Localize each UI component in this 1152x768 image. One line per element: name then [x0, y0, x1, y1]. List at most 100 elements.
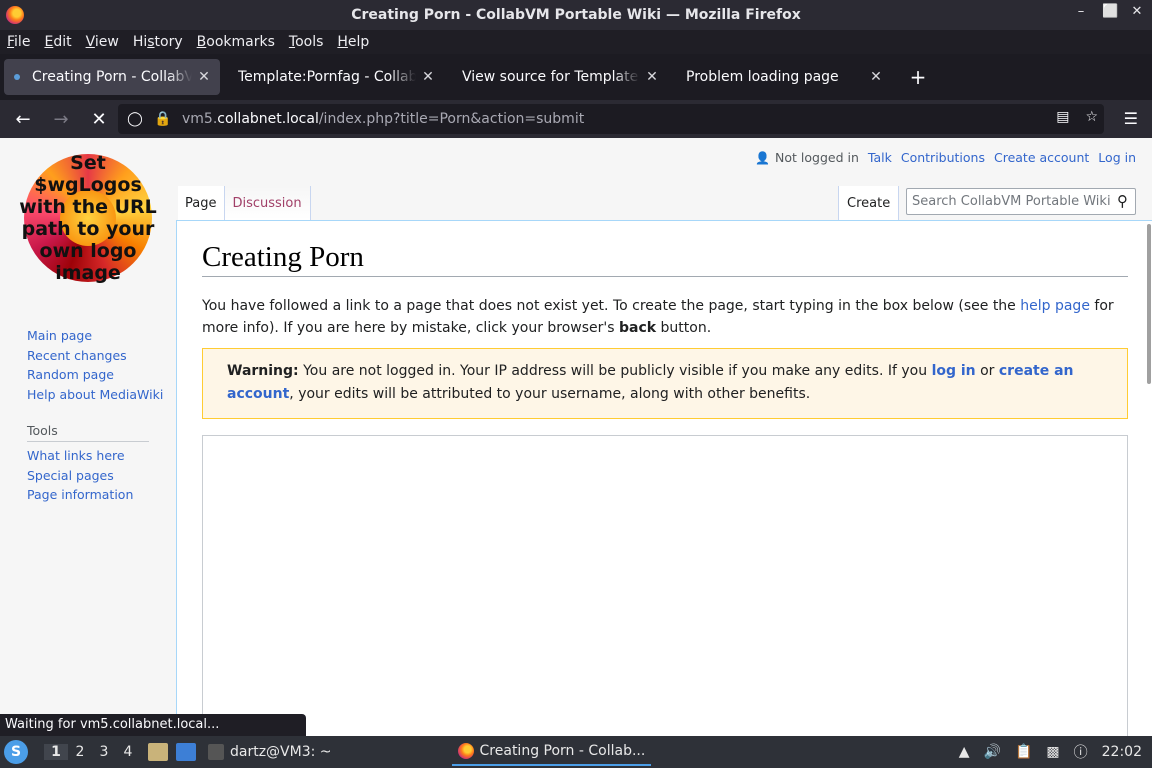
terminal-icon	[208, 744, 224, 760]
web-page: Set $wgLogos with the URL path to your o…	[0, 138, 1152, 736]
talk-link[interactable]: Talk	[868, 150, 892, 165]
workspace-3[interactable]: 3	[92, 744, 116, 760]
search-input[interactable]: Search CollabVM Portable Wiki ⚲	[906, 188, 1136, 215]
tab-label: View source for Template:Porn	[462, 69, 640, 85]
firefox-task-icon	[457, 743, 474, 759]
new-tab-button[interactable]: +	[904, 65, 932, 89]
warning-label: Warning:	[227, 363, 299, 379]
tab-close-icon[interactable]: ✕	[420, 69, 436, 85]
warning-box: Warning: You are not logged in. Your IP …	[202, 348, 1128, 419]
namespace-tabs: Page Discussion	[178, 186, 311, 220]
firefox-logo-icon	[6, 6, 24, 24]
menu-history[interactable]: History	[133, 34, 183, 50]
sidebar: Main page Recent changes Random page Hel…	[27, 326, 167, 505]
content-area: Creating Porn You have followed a link t…	[176, 220, 1152, 736]
tracking-shield-icon[interactable]: ◯	[124, 111, 146, 127]
tab-creating-porn[interactable]: Creating Porn - CollabVM Portable Wiki ✕	[4, 59, 220, 95]
sidebar-random-page[interactable]: Random page	[27, 365, 167, 385]
edit-textarea[interactable]	[202, 435, 1128, 736]
clock[interactable]: 22:02	[1102, 744, 1142, 760]
task-terminal[interactable]: dartz@VM3: ~	[202, 738, 338, 766]
logo-text: Set $wgLogos with the URL path to your o…	[19, 152, 157, 284]
tab-discussion[interactable]: Discussion	[225, 186, 311, 220]
tab-create[interactable]: Create	[838, 186, 900, 220]
tab-view-source[interactable]: View source for Template:Porn ✕	[452, 59, 668, 95]
contributions-link[interactable]: Contributions	[901, 150, 985, 165]
window-titlebar: Creating Porn - CollabVM Portable Wiki —…	[0, 0, 1152, 30]
task-firefox[interactable]: Creating Porn - Collab...	[451, 738, 652, 766]
notification-icon[interactable]: ⓘ	[1074, 742, 1088, 762]
search-placeholder: Search CollabVM Portable Wiki	[912, 194, 1111, 209]
back-button[interactable]: ←	[8, 104, 38, 134]
sidebar-help[interactable]: Help about MediaWiki	[27, 385, 167, 405]
tab-close-icon[interactable]: ✕	[644, 69, 660, 85]
user-icon: 👤	[755, 150, 771, 165]
desktop-icon[interactable]	[176, 743, 196, 761]
loading-dot-icon	[14, 74, 20, 80]
navigation-bar: ← → ✕ ◯ 🔒 vm5.collabnet.local/index.php?…	[0, 100, 1152, 138]
tab-template-pornfag[interactable]: Template:Pornfag - CollabVM Portable Wik…	[228, 59, 444, 95]
tab-close-icon[interactable]: ✕	[196, 69, 212, 85]
tab-problem-loading[interactable]: Problem loading page ✕	[676, 59, 892, 95]
scrollbar-thumb[interactable]	[1147, 224, 1151, 384]
system-tray: ▲ 🔊 📋 ▩ ⓘ 22:02	[959, 742, 1142, 762]
view-tabs: Create	[838, 186, 900, 220]
tab-page[interactable]: Page	[178, 186, 226, 220]
volume-icon[interactable]: 🔊	[984, 744, 1001, 760]
status-text: Waiting for vm5.collabnet.local...	[0, 714, 306, 736]
tab-label: Creating Porn - CollabVM Portable Wiki	[32, 69, 192, 85]
maximize-button[interactable]: ⬜	[1102, 4, 1118, 19]
sidebar-special-pages[interactable]: Special pages	[27, 466, 167, 486]
window-title: Creating Porn - CollabVM Portable Wiki —…	[351, 7, 801, 23]
forward-button[interactable]: →	[46, 104, 76, 134]
page-scrollbar[interactable]	[1146, 220, 1152, 736]
sidebar-recent-changes[interactable]: Recent changes	[27, 346, 167, 366]
window-controls: – ⬜ ✕	[1074, 4, 1144, 19]
not-logged-in-text: Not logged in	[775, 150, 859, 165]
sidebar-what-links-here[interactable]: What links here	[27, 446, 167, 466]
menu-tools[interactable]: Tools	[289, 34, 324, 50]
lock-icon[interactable]: 🔒	[152, 111, 174, 127]
workspace-4[interactable]: 4	[116, 744, 140, 760]
reader-view-icon[interactable]: ▤	[1056, 109, 1069, 125]
clipboard-icon[interactable]: 📋	[1015, 744, 1032, 760]
page-title: Creating Porn	[202, 241, 1128, 277]
task-label: dartz@VM3: ~	[230, 744, 332, 760]
help-page-link[interactable]: help page	[1020, 298, 1090, 314]
menu-file[interactable]: File	[7, 34, 30, 50]
sidebar-tools-heading: Tools	[27, 423, 149, 442]
sidebar-main-page[interactable]: Main page	[27, 326, 167, 346]
url-text[interactable]: vm5.collabnet.local/index.php?title=Porn…	[182, 111, 584, 127]
menu-bookmarks[interactable]: Bookmarks	[197, 34, 275, 50]
app-menu-icon[interactable]: ☰	[1124, 109, 1138, 128]
stop-loading-button[interactable]: ✕	[84, 104, 114, 134]
upload-icon[interactable]: ▲	[959, 744, 970, 760]
taskbar: S 1 2 3 4 dartz@VM3: ~ Creating Porn - C…	[0, 736, 1152, 768]
personal-tools: 👤 Not logged in Talk Contributions Creat…	[755, 150, 1136, 165]
log-in-inline-link[interactable]: log in	[932, 363, 976, 379]
close-window-button[interactable]: ✕	[1130, 4, 1144, 19]
tab-close-icon[interactable]: ✕	[868, 69, 884, 85]
file-manager-icon[interactable]	[148, 743, 168, 761]
search-icon[interactable]: ⚲	[1117, 192, 1128, 210]
workspace-1[interactable]: 1	[44, 744, 68, 760]
tab-label: Problem loading page	[686, 69, 839, 85]
log-in-link[interactable]: Log in	[1098, 150, 1136, 165]
menu-bar: File Edit View History Bookmarks Tools H…	[0, 30, 1152, 54]
url-bar[interactable]: ◯ 🔒 vm5.collabnet.local/index.php?title=…	[118, 104, 1104, 134]
create-account-link[interactable]: Create account	[994, 150, 1089, 165]
wiki-logo[interactable]: Set $wgLogos with the URL path to your o…	[18, 148, 158, 288]
network-icon[interactable]: ▩	[1046, 744, 1059, 760]
intro-text: You have followed a link to a page that …	[202, 298, 1114, 336]
task-label: Creating Porn - Collab...	[479, 743, 646, 759]
bookmark-star-icon[interactable]: ☆	[1085, 109, 1098, 125]
sidebar-page-information[interactable]: Page information	[27, 485, 167, 505]
tab-label: Template:Pornfag - CollabVM Portable Wik…	[238, 69, 416, 85]
tab-bar: Creating Porn - CollabVM Portable Wiki ✕…	[0, 54, 1152, 100]
menu-help[interactable]: Help	[337, 34, 369, 50]
minimize-button[interactable]: –	[1074, 4, 1088, 19]
menu-view[interactable]: View	[86, 34, 119, 50]
start-menu-icon[interactable]: S	[4, 740, 28, 764]
menu-edit[interactable]: Edit	[44, 34, 71, 50]
workspace-2[interactable]: 2	[68, 744, 92, 760]
